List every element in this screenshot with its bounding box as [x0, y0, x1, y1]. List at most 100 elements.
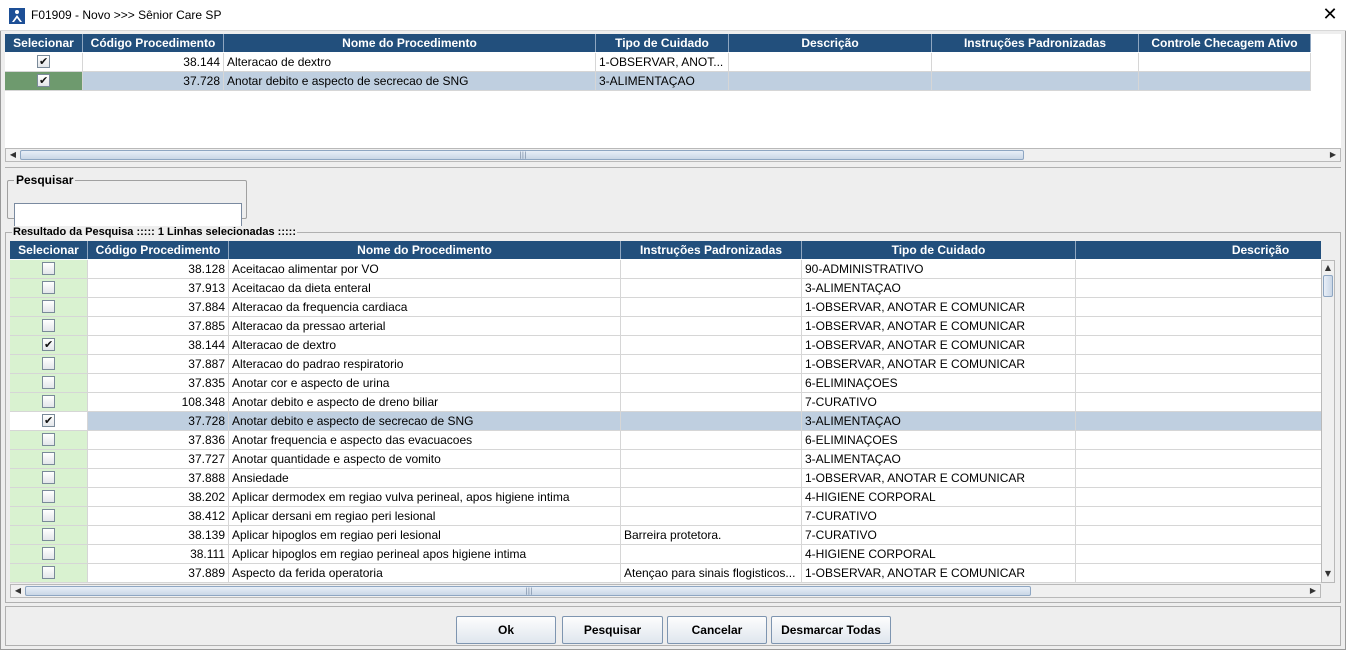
column-header[interactable]: Selecionar [5, 34, 83, 52]
scroll-down-icon[interactable]: ▼ [1322, 568, 1334, 580]
select-cell [10, 336, 88, 354]
scroll-up-icon[interactable]: ▲ [1322, 262, 1334, 274]
select-checkbox[interactable] [42, 395, 55, 408]
select-checkbox[interactable] [42, 490, 55, 503]
cell-instrucoes [621, 507, 802, 525]
select-checkbox[interactable] [42, 509, 55, 522]
select-checkbox[interactable] [37, 53, 50, 71]
table-row[interactable]: 37.888 Ansiedade 1-OBSERVAR, ANOTAR E COMU… [10, 469, 1321, 488]
scroll-right-icon[interactable]: ▶ [1307, 585, 1319, 597]
select-cell [5, 53, 83, 71]
close-icon[interactable]: ✕ [1318, 4, 1342, 26]
cell-instrucoes [621, 393, 802, 411]
cell-instrucoes [932, 53, 1139, 71]
cell-descricao [1076, 412, 1321, 430]
table-row[interactable]: 37.728Anotar debito e aspecto de secreca… [5, 72, 1311, 91]
select-checkbox[interactable] [42, 336, 55, 354]
table-row[interactable]: 108.348 Anotar debito e aspecto de dreno … [10, 393, 1321, 412]
column-header[interactable]: Instruções Padronizadas [932, 34, 1139, 52]
scroll-left-icon[interactable]: ◀ [7, 149, 19, 161]
table-header: Selecionar Código Procedimento Nome do Pro… [5, 34, 1311, 52]
column-header[interactable]: Descrição [729, 34, 932, 52]
select-cell [10, 488, 88, 506]
selected-procedures-table: Selecionar Código Procedimento Nome do Pro… [5, 34, 1341, 150]
horizontal-scrollbar[interactable]: ◀ ||| ▶ [10, 584, 1321, 598]
search-input[interactable] [14, 203, 242, 227]
select-checkbox[interactable] [42, 452, 55, 465]
table-row[interactable]: 37.885 Alteracao da pressao arterial 1-OBS… [10, 317, 1321, 336]
column-header[interactable]: Controle Checagem Ativo [1139, 34, 1311, 52]
cell-descricao [1076, 469, 1321, 487]
table-row[interactable]: 37.836 Anotar frequencia e aspecto das ev… [10, 431, 1321, 450]
table-row[interactable]: 38.202 Aplicar dermodex em regiao vulva p… [10, 488, 1321, 507]
table-row[interactable]: 37.887 Alteracao do padrao respiratorio 1-… [10, 355, 1321, 374]
table-row[interactable]: 38.139 Aplicar hipoglos em regiao peri le… [10, 526, 1321, 545]
cancelar-button[interactable]: Cancelar [667, 616, 767, 644]
table-row[interactable]: 37.884 Alteracao da frequencia cardiaca 1-… [10, 298, 1321, 317]
table-row[interactable]: 37.728Anotar debito e aspecto de secreca… [10, 412, 1321, 431]
table-row[interactable]: 38.111 Aplicar hipoglos em regiao perinea… [10, 545, 1321, 564]
cell-descricao [1076, 488, 1321, 506]
pesquisar-button[interactable]: Pesquisar [562, 616, 663, 644]
scroll-left-icon[interactable]: ◀ [12, 585, 24, 597]
table-row[interactable]: 38.128 Aceitacao alimentar por VO 90-ADMIN… [10, 260, 1321, 279]
column-header[interactable]: Código Procedimento [83, 34, 224, 52]
select-checkbox[interactable] [42, 471, 55, 484]
select-checkbox[interactable] [42, 357, 55, 370]
select-checkbox[interactable] [42, 412, 55, 430]
cell-instrucoes [621, 317, 802, 335]
cell-descricao [1076, 545, 1321, 563]
cell-tipo: 1-OBSERVAR, ANOTAR E COMUNICAR [802, 317, 1076, 335]
select-checkbox[interactable] [37, 72, 50, 90]
select-checkbox[interactable] [42, 262, 55, 275]
table-row[interactable]: 37.889 Aspecto da ferida operatoria Atença… [10, 564, 1321, 583]
table-row[interactable]: 37.727 Anotar quantidade e aspecto de vom… [10, 450, 1321, 469]
cell-codigo: 37.884 [88, 298, 229, 316]
cell-nome: Anotar quantidade e aspecto de vomito [229, 450, 621, 468]
table-row[interactable]: 38.144Alteracao de dextro1-OBSERVAR, ANO… [5, 53, 1311, 72]
select-checkbox[interactable] [42, 547, 55, 560]
column-header[interactable]: Código Procedimento [88, 241, 229, 259]
table-row[interactable]: 37.835 Anotar cor e aspecto de urina 6-ELI… [10, 374, 1321, 393]
select-checkbox[interactable] [42, 528, 55, 541]
vertical-scrollbar[interactable]: ▲ ▼ [1321, 260, 1335, 583]
select-checkbox[interactable] [42, 376, 55, 389]
cell-nome: Alteracao da pressao arterial [229, 317, 621, 335]
cell-codigo: 38.128 [88, 260, 229, 278]
select-checkbox[interactable] [42, 319, 55, 332]
cell-instrucoes: Barreira protetora. [621, 526, 802, 544]
cell-nome: Aplicar hipoglos em regiao peri lesional [229, 526, 621, 544]
cell-nome: Anotar debito e aspecto de dreno biliar [229, 393, 621, 411]
column-header[interactable]: Nome do Procedimento [224, 34, 596, 52]
select-checkbox[interactable] [42, 433, 55, 446]
select-cell [10, 355, 88, 373]
column-header[interactable]: Instruções Padronizadas [621, 241, 802, 259]
cell-codigo: 37.888 [88, 469, 229, 487]
table-row[interactable]: 38.144Alteracao de dextro1-OBSERVAR, ANO… [10, 336, 1321, 355]
column-header[interactable]: Tipo de Cuidado [596, 34, 729, 52]
table-row[interactable]: 37.913 Aceitacao da dieta enteral 3-ALIMEN… [10, 279, 1321, 298]
cell-instrucoes [621, 431, 802, 449]
column-header[interactable]: Descrição [1076, 241, 1321, 259]
desmarcar-todas-button[interactable]: Desmarcar Todas [771, 616, 891, 644]
select-checkbox[interactable] [42, 281, 55, 294]
cell-tipo: 1-OBSERVAR, ANOTAR E COMUNICAR [802, 564, 1076, 582]
column-header[interactable]: Nome do Procedimento [229, 241, 621, 259]
cell-tipo: 90-ADMINISTRATIVO [802, 260, 1076, 278]
cell-tipo: 3-ALIMENTAÇAO [802, 279, 1076, 297]
select-checkbox[interactable] [42, 566, 55, 579]
cell-instrucoes [621, 298, 802, 316]
cell-tipo: 7-CURATIVO [802, 526, 1076, 544]
cell-instrucoes [621, 469, 802, 487]
table-row[interactable]: 38.412 Aplicar dersani em regiao peri les… [10, 507, 1321, 526]
column-header[interactable]: Tipo de Cuidado [802, 241, 1076, 259]
horizontal-scrollbar[interactable]: ◀ ||| ▶ [5, 148, 1341, 162]
select-checkbox[interactable] [42, 300, 55, 313]
column-header[interactable]: Selecionar [10, 241, 88, 259]
scrollbar-thumb[interactable] [1323, 275, 1333, 297]
scroll-right-icon[interactable]: ▶ [1327, 149, 1339, 161]
cell-tipo: 1-OBSERVAR, ANOTAR E COMUNICAR [802, 469, 1076, 487]
cell-codigo: 38.144 [88, 336, 229, 354]
ok-button[interactable]: Ok [456, 616, 556, 644]
cell-descricao [729, 72, 932, 90]
